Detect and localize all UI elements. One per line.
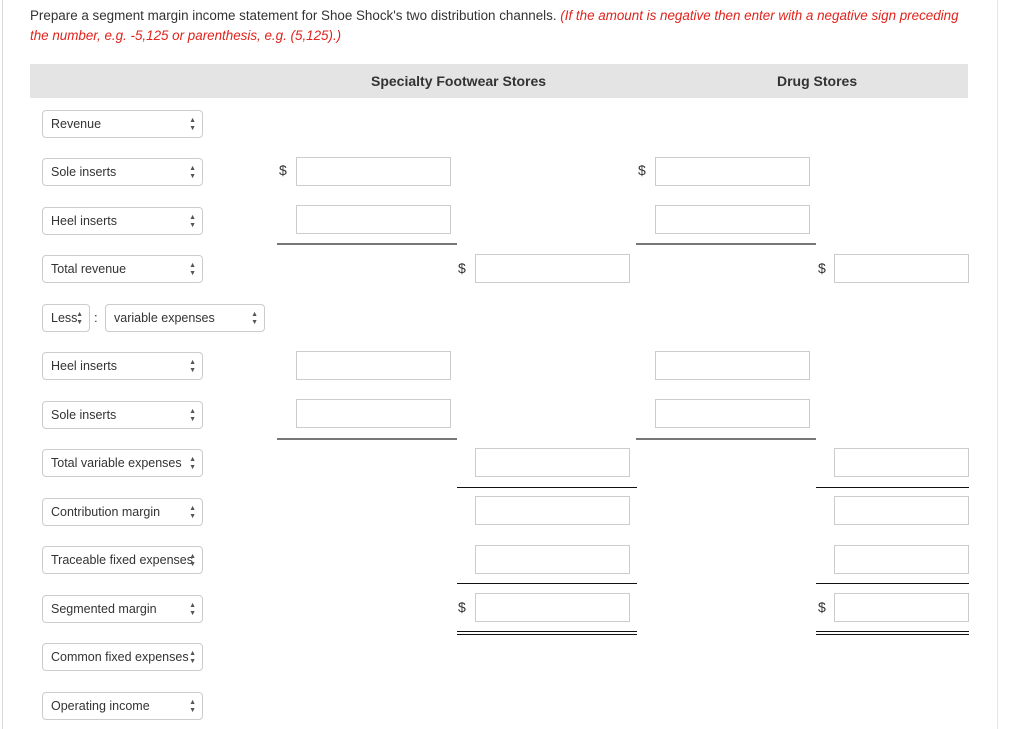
specialty-sole-inserts-expense-input[interactable]: [296, 399, 451, 428]
select-arrow-icon: ▲ ▼: [189, 699, 196, 714]
drug-sole-inserts-revenue-input[interactable]: [655, 157, 810, 186]
subtotal-rule: [277, 243, 457, 245]
row-select-revenue[interactable]: Revenue ▲ ▼: [42, 110, 203, 138]
dollar-sign: $: [638, 162, 646, 178]
row-select-total-variable-expenses[interactable]: Total variable expenses ▲ ▼: [42, 449, 203, 477]
double-underline-rule: [457, 631, 637, 635]
row-select-operating-income[interactable]: Operating income ▲ ▼: [42, 692, 203, 720]
instructions: Prepare a segment margin income statemen…: [30, 6, 960, 46]
table-header: Specialty Footwear Stores Drug Stores: [30, 64, 968, 98]
row-select-sole-inserts-expense[interactable]: Sole inserts ▲ ▼: [42, 401, 203, 429]
row-select-common-fixed-expenses[interactable]: Common fixed expenses ▲ ▼: [42, 643, 203, 671]
select-arrow-icon: ▲ ▼: [189, 602, 196, 617]
select-arrow-icon: ▲ ▼: [189, 165, 196, 180]
row-select-heel-inserts-expense[interactable]: Heel inserts ▲ ▼: [42, 352, 203, 380]
column-header-drug-stores: Drug Stores: [777, 73, 858, 89]
colon-separator: :: [94, 310, 98, 325]
instruction-text: Prepare a segment margin income statemen…: [30, 8, 557, 23]
select-value: Segmented margin: [51, 602, 157, 616]
select-value: Total variable expenses: [51, 456, 182, 470]
drug-heel-inserts-revenue-input[interactable]: [655, 205, 810, 234]
select-arrow-icon: ▲ ▼: [189, 456, 196, 471]
select-arrow-icon: ▲ ▼: [189, 408, 196, 423]
dollar-sign: $: [458, 260, 466, 276]
select-arrow-icon: ▲ ▼: [189, 262, 196, 277]
drug-contribution-margin-input[interactable]: [834, 496, 969, 525]
row-select-heel-inserts[interactable]: Heel inserts ▲ ▼: [42, 207, 203, 235]
column-header-specialty-footwear: Specialty Footwear Stores: [371, 73, 547, 89]
row-select-less-prefix[interactable]: Less ▲ ▼: [42, 304, 90, 332]
row-select-traceable-fixed-expenses[interactable]: Traceable fixed expenses ▲ ▼: [42, 546, 203, 574]
total-rule: [816, 583, 969, 584]
select-arrow-icon: ▲ ▼: [189, 359, 196, 374]
drug-total-revenue-input[interactable]: [834, 254, 969, 283]
drug-heel-inserts-expense-input[interactable]: [655, 351, 810, 380]
select-arrow-icon: ▲ ▼: [189, 214, 196, 229]
total-rule: [457, 583, 637, 584]
dollar-sign: $: [818, 599, 826, 615]
row-select-variable-expenses[interactable]: variable expenses ▲ ▼: [105, 304, 265, 332]
select-arrow-icon: ▲ ▼: [189, 553, 196, 568]
total-rule: [816, 487, 969, 488]
select-value: Contribution margin: [51, 505, 161, 519]
row-select-total-revenue[interactable]: Total revenue ▲ ▼: [42, 255, 203, 283]
specialty-segmented-margin-input[interactable]: [475, 593, 630, 622]
specialty-heel-inserts-revenue-input[interactable]: [296, 205, 451, 234]
row-select-segmented-margin[interactable]: Segmented margin ▲ ▼: [42, 595, 203, 623]
drug-sole-inserts-expense-input[interactable]: [655, 399, 810, 428]
dollar-sign: $: [818, 260, 826, 276]
specialty-contribution-margin-input[interactable]: [475, 496, 630, 525]
select-value: Traceable fixed expenses: [51, 553, 193, 567]
select-value: Heel inserts: [51, 214, 117, 228]
select-arrow-icon: ▲ ▼: [189, 650, 196, 665]
select-arrow-icon: ▲ ▼: [189, 505, 196, 520]
drug-traceable-fixed-expenses-input[interactable]: [834, 545, 969, 574]
select-arrow-icon: ▲ ▼: [76, 311, 83, 326]
select-value: Heel inserts: [51, 359, 117, 373]
select-value: Sole inserts: [51, 408, 117, 422]
select-value: Less: [51, 311, 78, 325]
subtotal-rule: [636, 243, 816, 245]
specialty-total-revenue-input[interactable]: [475, 254, 630, 283]
select-value: variable expenses: [114, 311, 215, 325]
specialty-traceable-fixed-expenses-input[interactable]: [475, 545, 630, 574]
select-value: Sole inserts: [51, 165, 117, 179]
drug-total-variable-expenses-input[interactable]: [834, 448, 969, 477]
select-arrow-icon: ▲ ▼: [189, 117, 196, 132]
row-select-contribution-margin[interactable]: Contribution margin ▲ ▼: [42, 498, 203, 526]
dollar-sign: $: [279, 162, 287, 178]
subtotal-rule: [277, 438, 457, 440]
total-rule: [457, 487, 637, 488]
specialty-heel-inserts-expense-input[interactable]: [296, 351, 451, 380]
specialty-total-variable-expenses-input[interactable]: [475, 448, 630, 477]
drug-segmented-margin-input[interactable]: [834, 593, 969, 622]
double-underline-rule: [816, 631, 969, 635]
row-select-sole-inserts[interactable]: Sole inserts ▲ ▼: [42, 158, 203, 186]
select-value: Common fixed expenses: [51, 650, 189, 664]
select-value: Revenue: [51, 117, 102, 131]
dollar-sign: $: [458, 599, 466, 615]
specialty-sole-inserts-revenue-input[interactable]: [296, 157, 451, 186]
select-arrow-icon: ▲ ▼: [251, 311, 258, 326]
select-value: Operating income: [51, 699, 150, 713]
subtotal-rule: [636, 438, 816, 440]
select-value: Total revenue: [51, 262, 127, 276]
